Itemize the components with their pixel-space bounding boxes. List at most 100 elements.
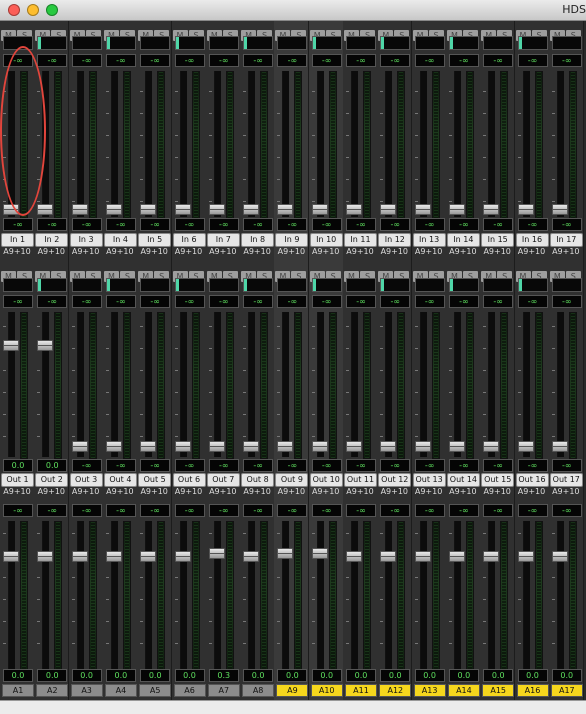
input-selector[interactable] — [277, 36, 308, 50]
input-selector[interactable] — [105, 36, 136, 50]
output-selector[interactable] — [517, 278, 548, 292]
fader-knob[interactable] — [105, 441, 122, 452]
fader-knob[interactable] — [551, 441, 568, 452]
routing-label[interactable]: A9+10 — [206, 247, 240, 257]
fader-track[interactable] — [556, 312, 564, 457]
routing-label[interactable]: A9+10 — [137, 247, 171, 257]
fader-track[interactable] — [179, 71, 187, 217]
fader-track[interactable] — [351, 312, 358, 457]
fader-track[interactable] — [453, 312, 461, 457]
fader-track[interactable] — [42, 521, 50, 669]
routing-label[interactable]: A9+10 — [34, 247, 68, 257]
fader-track[interactable] — [76, 71, 84, 217]
output-name-label[interactable]: Out 4 — [103, 473, 137, 487]
fader-track[interactable] — [453, 521, 461, 669]
input-selector[interactable] — [37, 36, 68, 50]
bus-output-button[interactable]: A2 — [36, 684, 69, 697]
output-selector[interactable] — [551, 278, 582, 292]
routing-label[interactable]: A9+10 — [309, 487, 343, 497]
input-name-label[interactable]: In 15 — [481, 233, 515, 247]
output-name-label[interactable]: Out 16 — [515, 473, 549, 487]
output-name-label[interactable]: Out 8 — [241, 473, 275, 487]
fader-track[interactable] — [351, 71, 358, 217]
fader-knob[interactable] — [517, 551, 534, 562]
fader-knob[interactable] — [517, 204, 534, 215]
output-selector[interactable] — [105, 278, 136, 292]
fader-knob[interactable] — [414, 551, 431, 562]
input-name-label[interactable]: In 11 — [344, 233, 377, 247]
fader-knob[interactable] — [140, 204, 157, 215]
bus-output-button[interactable]: A3 — [70, 684, 103, 697]
fader-track[interactable] — [110, 521, 118, 669]
fader-track[interactable] — [213, 521, 221, 669]
fader-track[interactable] — [248, 521, 256, 669]
output-selector[interactable] — [448, 278, 479, 292]
fader-track[interactable] — [8, 521, 15, 669]
input-selector[interactable] — [483, 36, 514, 50]
input-name-label[interactable]: In 4 — [103, 233, 137, 247]
fader-knob[interactable] — [346, 551, 362, 562]
fader-knob[interactable] — [483, 204, 500, 215]
input-selector[interactable] — [71, 36, 102, 50]
fader-knob[interactable] — [448, 441, 465, 452]
output-selector[interactable] — [37, 278, 68, 292]
routing-label[interactable]: A9+10 — [0, 247, 34, 257]
routing-label[interactable]: A9+10 — [274, 247, 308, 257]
fader-track[interactable] — [385, 71, 393, 217]
output-name-label[interactable]: Out 12 — [378, 473, 412, 487]
input-selector[interactable] — [346, 36, 376, 50]
fader-track[interactable] — [488, 521, 496, 669]
routing-label[interactable]: A9+10 — [103, 487, 137, 497]
routing-label[interactable]: A9+10 — [69, 247, 103, 257]
routing-label[interactable]: A9+10 — [480, 487, 514, 497]
output-name-label[interactable]: Out 3 — [69, 473, 103, 487]
fader-track[interactable] — [8, 71, 15, 217]
fader-track[interactable] — [385, 312, 393, 457]
fader-knob[interactable] — [311, 204, 328, 215]
fader-knob[interactable] — [37, 204, 54, 215]
output-name-label[interactable]: Out 14 — [446, 473, 480, 487]
fader-track[interactable] — [248, 71, 256, 217]
routing-label[interactable]: A9+10 — [515, 247, 549, 257]
fader-knob[interactable] — [71, 551, 88, 562]
input-selector[interactable] — [311, 36, 342, 50]
fader-track[interactable] — [282, 521, 290, 669]
routing-label[interactable]: A9+10 — [206, 487, 240, 497]
fader-track[interactable] — [419, 71, 427, 217]
fader-knob[interactable] — [3, 340, 19, 351]
routing-label[interactable]: A9+10 — [34, 487, 68, 497]
routing-label[interactable]: A9+10 — [515, 487, 549, 497]
bus-output-button[interactable]: A8 — [242, 684, 275, 697]
input-name-label[interactable]: In 6 — [172, 233, 206, 247]
minimize-window-button[interactable] — [27, 4, 39, 16]
fader-track[interactable] — [556, 71, 564, 217]
input-name-label[interactable]: In 8 — [241, 233, 275, 247]
routing-label[interactable]: A9+10 — [446, 487, 480, 497]
fader-track[interactable] — [316, 521, 324, 669]
input-selector[interactable] — [208, 36, 239, 50]
fader-knob[interactable] — [551, 551, 568, 562]
fader-track[interactable] — [556, 521, 564, 669]
fader-knob[interactable] — [380, 204, 397, 215]
input-name-label[interactable]: In 3 — [69, 233, 103, 247]
output-selector[interactable] — [140, 278, 171, 292]
input-selector[interactable] — [380, 36, 411, 50]
input-name-label[interactable]: In 10 — [309, 233, 343, 247]
fader-knob[interactable] — [448, 204, 465, 215]
fader-track[interactable] — [110, 71, 118, 217]
routing-label[interactable]: A9+10 — [412, 247, 446, 257]
fader-knob[interactable] — [140, 551, 157, 562]
bus-output-button[interactable]: A1 — [2, 684, 34, 697]
fader-knob[interactable] — [71, 441, 88, 452]
fader-knob[interactable] — [551, 204, 568, 215]
fader-track[interactable] — [145, 521, 153, 669]
fader-track[interactable] — [145, 312, 153, 457]
fader-knob[interactable] — [243, 204, 260, 215]
fader-knob[interactable] — [174, 204, 191, 215]
routing-label[interactable]: A9+10 — [480, 247, 514, 257]
fader-track[interactable] — [179, 312, 187, 457]
input-name-label[interactable]: In 5 — [138, 233, 172, 247]
output-name-label[interactable]: Out 11 — [344, 473, 377, 487]
output-selector[interactable] — [243, 278, 274, 292]
zoom-window-button[interactable] — [46, 4, 58, 16]
